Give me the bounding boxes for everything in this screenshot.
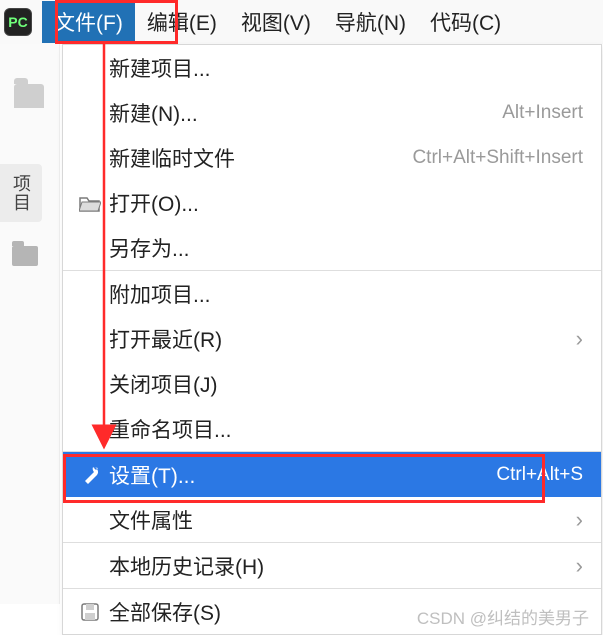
folder-icon: [14, 84, 44, 108]
file-menu-dropdown: 新建项目... 新建(N)... Alt+Insert 新建临时文件 Ctrl+…: [62, 44, 602, 635]
menu-open-recent[interactable]: 打开最近(R) ›: [63, 316, 601, 361]
save-icon: [75, 602, 105, 622]
left-gutter: 项目: [0, 44, 60, 604]
app-icon: PC: [4, 8, 32, 36]
menu-new-scratch[interactable]: 新建临时文件 Ctrl+Alt+Shift+Insert: [63, 135, 601, 180]
submenu-chevron-icon: ›: [566, 326, 583, 352]
shortcut-label: Alt+Insert: [502, 102, 583, 124]
menu-open[interactable]: 打开(O)...: [63, 180, 601, 225]
side-tab-project[interactable]: 项目: [0, 164, 42, 222]
submenu-chevron-icon: ›: [566, 507, 583, 533]
menubar-item-code[interactable]: 代码(C): [418, 1, 513, 43]
menu-settings[interactable]: 设置(T)... Ctrl+Alt+S: [63, 452, 601, 497]
menubar-item-edit[interactable]: 编辑(E): [135, 1, 229, 43]
menu-attach-project[interactable]: 附加项目...: [63, 271, 601, 316]
menu-file-properties[interactable]: 文件属性 ›: [63, 497, 601, 542]
shortcut-label: Ctrl+Alt+S: [496, 464, 583, 486]
bookmark-icon: [12, 246, 38, 266]
shortcut-label: Ctrl+Alt+Shift+Insert: [412, 147, 583, 169]
menu-local-history[interactable]: 本地历史记录(H) ›: [63, 543, 601, 588]
side-tab-label: 项目: [8, 174, 34, 212]
menubar: PC 文件(F) 编辑(E) 视图(V) 导航(N) 代码(C): [0, 0, 603, 44]
menu-new[interactable]: 新建(N)... Alt+Insert: [63, 90, 601, 135]
menu-new-project[interactable]: 新建项目...: [63, 45, 601, 90]
menu-save-as[interactable]: 另存为...: [63, 225, 601, 270]
submenu-chevron-icon: ›: [566, 553, 583, 579]
menu-rename-project[interactable]: 重命名项目...: [63, 406, 601, 451]
menu-save-all[interactable]: 全部保存(S): [63, 589, 601, 634]
menubar-item-file[interactable]: 文件(F): [42, 1, 135, 43]
open-folder-icon: [75, 194, 105, 212]
menu-close-project[interactable]: 关闭项目(J): [63, 361, 601, 406]
wrench-icon: [75, 465, 105, 485]
menubar-item-view[interactable]: 视图(V): [229, 1, 323, 43]
menubar-item-navigate[interactable]: 导航(N): [323, 1, 418, 43]
